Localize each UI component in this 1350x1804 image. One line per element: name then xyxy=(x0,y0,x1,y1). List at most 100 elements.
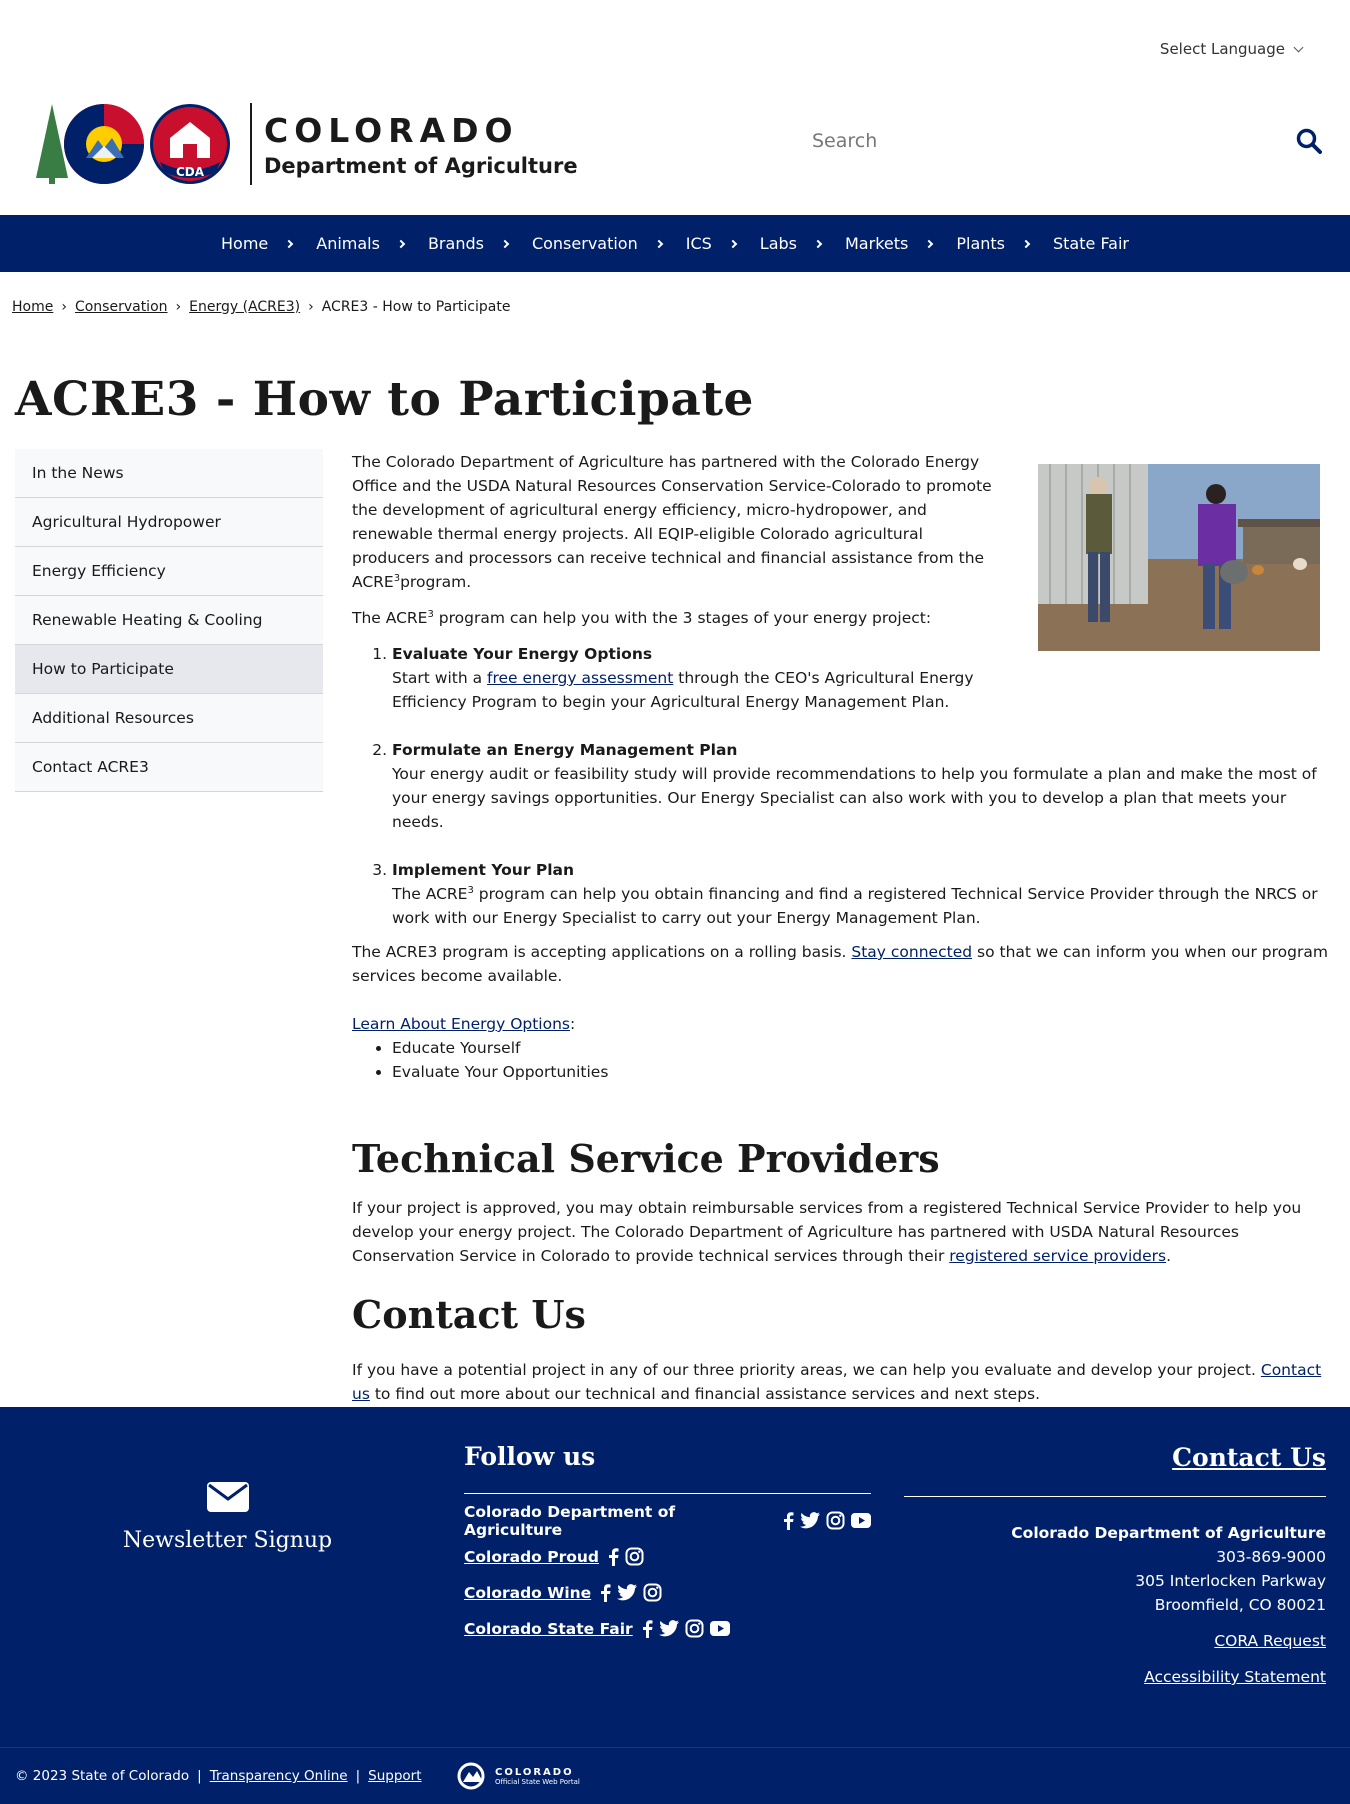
search-input[interactable] xyxy=(812,130,1232,152)
social-row-cda: Colorado Department of Agriculture xyxy=(464,1503,871,1539)
nav-item-plants[interactable]: Plants xyxy=(944,234,1041,253)
nav-label: State Fair xyxy=(1053,234,1129,253)
state-portal-logo[interactable]: COLORADO Official State Web Portal xyxy=(455,1762,580,1790)
accessibility-statement-link[interactable]: Accessibility Statement xyxy=(1144,1668,1326,1686)
site-logo[interactable]: CDA COLORADO Department of Agriculture xyxy=(30,100,578,188)
sidebar-item-how-to-participate[interactable]: How to Participate xyxy=(15,645,323,694)
facebook-icon[interactable] xyxy=(782,1511,794,1530)
nav-item-state-fair[interactable]: State Fair xyxy=(1041,234,1141,253)
colorado-wine-link[interactable]: Colorado Wine xyxy=(464,1584,591,1602)
language-label: Select Language xyxy=(1159,40,1285,58)
facebook-icon[interactable] xyxy=(641,1619,653,1638)
support-link[interactable]: Support xyxy=(368,1768,421,1784)
newsletter-label: Newsletter Signup xyxy=(122,1528,333,1553)
footer-address2: Broomfield, CO 80021 xyxy=(1154,1596,1326,1614)
footer-org: Colorado Department of Agriculture xyxy=(1011,1524,1326,1542)
sidebar-item-contact-acre3[interactable]: Contact ACRE3 xyxy=(15,743,323,792)
twitter-icon[interactable] xyxy=(617,1584,638,1601)
youtube-icon[interactable] xyxy=(709,1621,730,1636)
logo-line1: COLORADO xyxy=(264,110,519,150)
footer-address1: 305 Interlocken Parkway xyxy=(1135,1572,1326,1590)
list-item: Evaluate Your Energy Options Start with … xyxy=(392,642,1016,714)
nav-item-labs[interactable]: Labs xyxy=(748,234,833,253)
stages-text: The ACRE xyxy=(352,609,428,627)
breadcrumb-energy[interactable]: Energy (ACRE3) xyxy=(189,299,300,315)
footer-contact-heading: Contact Us xyxy=(904,1442,1326,1497)
twitter-icon[interactable] xyxy=(800,1512,820,1529)
facebook-icon[interactable] xyxy=(607,1547,619,1566)
transparency-online-link[interactable]: Transparency Online xyxy=(210,1768,348,1784)
free-energy-assessment-link[interactable]: free energy assessment xyxy=(487,669,673,687)
breadcrumb-separator: › xyxy=(175,299,182,315)
list-item: Formulate an Energy Management Plan Your… xyxy=(392,738,1337,834)
page-title: ACRE3 - How to Participate xyxy=(15,372,754,427)
twitter-icon[interactable] xyxy=(658,1620,679,1637)
sidebar-item-additional-resources[interactable]: Additional Resources xyxy=(15,694,323,743)
step-text: The ACRE xyxy=(392,885,468,903)
instagram-icon[interactable] xyxy=(685,1619,704,1638)
colorado-state-fair-link[interactable]: Colorado State Fair xyxy=(464,1620,633,1638)
tsp-heading: Technical Service Providers xyxy=(352,1136,940,1181)
colorado-proud-link[interactable]: Colorado Proud xyxy=(464,1548,599,1566)
nav-item-ics[interactable]: ICS xyxy=(674,234,748,253)
stay-connected-link[interactable]: Stay connected xyxy=(851,943,972,961)
step-text: Start with a xyxy=(392,669,488,687)
search-icon[interactable] xyxy=(1296,128,1322,154)
tsp-paragraph: If your project is approved, you may obt… xyxy=(352,1196,1337,1268)
breadcrumb-conservation[interactable]: Conservation xyxy=(75,299,168,315)
social-row-colorado-wine: Colorado Wine xyxy=(464,1583,871,1602)
cora-request-link[interactable]: CORA Request xyxy=(1214,1632,1326,1650)
intro-paragraph: The Colorado Department of Agriculture h… xyxy=(352,450,1002,594)
separator: | xyxy=(197,1768,202,1784)
nav-item-animals[interactable]: Animals xyxy=(304,234,416,253)
sidebar-item-agricultural-hydropower[interactable]: Agricultural Hydropower xyxy=(15,498,323,547)
sidebar-item-renewable-heating-cooling[interactable]: Renewable Heating & Cooling xyxy=(15,596,323,645)
chevron-right-icon xyxy=(813,239,823,248)
follow-heading: Follow us xyxy=(464,1442,871,1494)
facebook-icon[interactable] xyxy=(599,1583,611,1602)
language-selector[interactable]: Select Language xyxy=(1159,40,1304,58)
youtube-icon[interactable] xyxy=(851,1513,871,1528)
search-bar xyxy=(812,128,1322,154)
main-content: The Colorado Department of Agriculture h… xyxy=(352,450,1337,1418)
logo-line2: Department of Agriculture xyxy=(264,153,578,178)
nav-label: Plants xyxy=(956,234,1005,253)
learn-energy-options-link[interactable]: Learn About Energy Options xyxy=(352,1015,570,1033)
nav-item-conservation[interactable]: Conservation xyxy=(520,234,674,253)
instagram-icon[interactable] xyxy=(826,1511,845,1530)
step-title: Implement Your Plan xyxy=(392,861,575,879)
learn-list: Educate Yourself Evaluate Your Opportuni… xyxy=(352,1036,1337,1084)
newsletter-signup[interactable]: Newsletter Signup xyxy=(0,1482,455,1553)
registered-service-providers-link[interactable]: registered service providers xyxy=(949,1247,1166,1265)
sidebar-item-in-the-news[interactable]: In the News xyxy=(15,449,323,498)
sidebar-nav: In the News Agricultural Hydropower Ener… xyxy=(15,449,323,792)
breadcrumb-separator: › xyxy=(308,299,314,315)
rolling-text: The ACRE3 program is accepting applicati… xyxy=(352,943,852,961)
tsp-text: . xyxy=(1166,1247,1172,1265)
footer-contact: Contact Us Colorado Department of Agricu… xyxy=(904,1442,1326,1689)
main-nav: Home Animals Brands Conservation ICS Lab… xyxy=(0,215,1350,272)
nav-label: Animals xyxy=(316,234,380,253)
farm-photo xyxy=(1038,464,1320,651)
instagram-icon[interactable] xyxy=(625,1547,644,1566)
copyright-line: © 2023 State of Colorado | Transparency … xyxy=(15,1768,422,1784)
nav-item-brands[interactable]: Brands xyxy=(416,234,520,253)
social-row-colorado-state-fair: Colorado State Fair xyxy=(464,1619,871,1638)
sidebar-item-energy-efficiency[interactable]: Energy Efficiency xyxy=(15,547,323,596)
footer: Newsletter Signup Follow us Colorado Dep… xyxy=(0,1407,1350,1747)
step-text: program can help you obtain financing an… xyxy=(392,885,1318,927)
logo-divider xyxy=(250,103,252,185)
nav-item-markets[interactable]: Markets xyxy=(833,234,944,253)
instagram-icon[interactable] xyxy=(643,1583,662,1602)
footer-contact-link[interactable]: Contact Us xyxy=(1172,1443,1326,1472)
colon: : xyxy=(570,1015,576,1033)
footer-phone: 303-869-9000 xyxy=(1216,1548,1326,1566)
copyright: © 2023 State of Colorado xyxy=(15,1768,190,1784)
follow-us-section: Follow us Colorado Department of Agricul… xyxy=(464,1442,871,1638)
learn-section: Learn About Energy Options: Educate Your… xyxy=(352,1012,1337,1084)
social-row-colorado-proud: Colorado Proud xyxy=(464,1547,871,1566)
step-title: Formulate an Energy Management Plan xyxy=(392,741,738,759)
stages-text-end: program can help you with the 3 stages o… xyxy=(433,609,932,627)
nav-item-home[interactable]: Home xyxy=(209,234,304,253)
breadcrumb-home[interactable]: Home xyxy=(12,299,53,315)
